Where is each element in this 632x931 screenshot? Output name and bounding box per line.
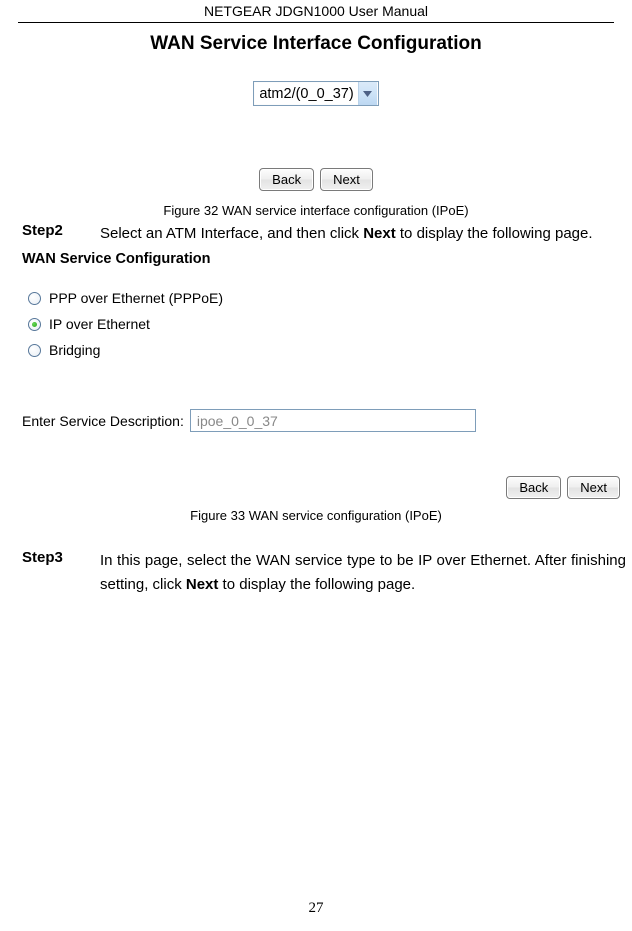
step3-row: Step3 In this page, select the WAN servi…: [0, 549, 632, 596]
radio-option-pppoe[interactable]: PPP over Ethernet (PPPoE): [28, 285, 632, 311]
figure-33-caption: Figure 33 WAN service configuration (IPo…: [0, 508, 632, 523]
atm-interface-select[interactable]: atm2/(0_0_37): [253, 81, 378, 106]
page-header: NETGEAR JDGN1000 User Manual: [18, 3, 614, 23]
service-type-radio-group: PPP over Ethernet (PPPoE) IP over Ethern…: [28, 285, 632, 363]
radio-option-bridging[interactable]: Bridging: [28, 337, 632, 363]
step2-label: Step2: [22, 222, 100, 239]
step3-text: In this page, select the WAN service typ…: [100, 549, 632, 596]
back-button[interactable]: Back: [506, 476, 561, 499]
radio-label: Bridging: [49, 342, 100, 358]
service-description-input[interactable]: [190, 409, 476, 432]
radio-label: IP over Ethernet: [49, 316, 150, 332]
figure-32-screenshot: WAN Service Interface Configuration atm2…: [0, 33, 632, 191]
radio-label: PPP over Ethernet (PPPoE): [49, 290, 223, 306]
wan-service-config-title: WAN Service Configuration: [22, 251, 632, 267]
figure-32-button-row: Back Next: [0, 168, 632, 191]
radio-icon: [28, 318, 41, 331]
radio-icon: [28, 292, 41, 305]
figure-32-caption: Figure 32 WAN service interface configur…: [0, 203, 632, 218]
step3-label: Step3: [22, 549, 100, 566]
step2-row: Step2 Select an ATM Interface, and then …: [0, 222, 632, 245]
figure-33-button-row: Back Next: [22, 476, 632, 499]
next-button[interactable]: Next: [567, 476, 620, 499]
wan-interface-config-title: WAN Service Interface Configuration: [150, 33, 482, 55]
service-description-label: Enter Service Description:: [22, 413, 184, 429]
back-button[interactable]: Back: [259, 168, 314, 191]
next-button[interactable]: Next: [320, 168, 373, 191]
radio-option-ipoe[interactable]: IP over Ethernet: [28, 311, 632, 337]
figure-33-screenshot: WAN Service Configuration PPP over Ether…: [22, 251, 632, 499]
radio-icon: [28, 344, 41, 357]
step2-text: Select an ATM Interface, and then click …: [100, 222, 599, 245]
service-description-row: Enter Service Description:: [22, 409, 632, 432]
dropdown-arrow-icon: [358, 82, 377, 105]
page-number: 27: [0, 900, 632, 917]
atm-interface-select-value: atm2/(0_0_37): [254, 82, 357, 105]
